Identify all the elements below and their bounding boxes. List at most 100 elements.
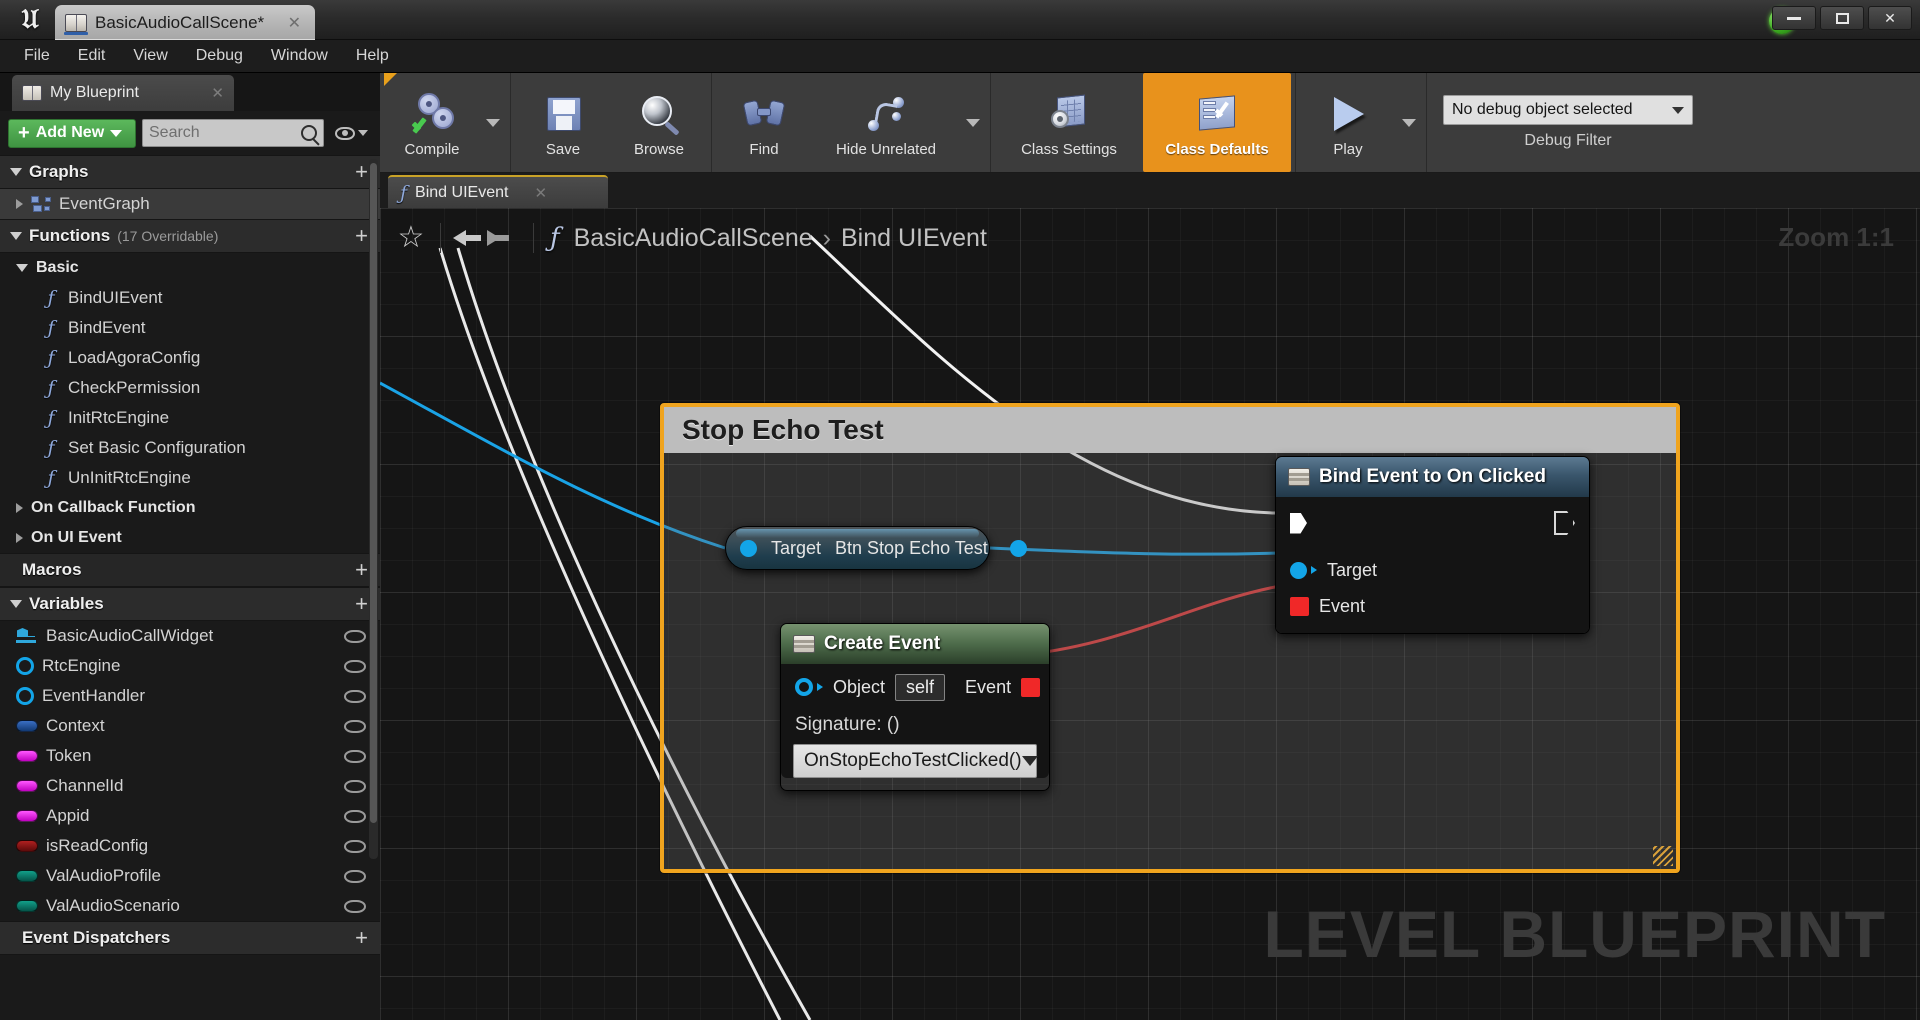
debug-object-value: No debug object selected	[1452, 101, 1633, 118]
breadcrumb-root[interactable]: BasicAudioCallScene	[574, 224, 813, 253]
eye-icon[interactable]	[344, 719, 366, 733]
object-value-field[interactable]: self	[895, 673, 946, 701]
resize-handle[interactable]	[1653, 846, 1673, 866]
tree-item-variable[interactable]: ValAudioProfile	[0, 861, 380, 891]
add-event-dispatcher-button[interactable]: +	[355, 927, 368, 949]
tree-item-variable[interactable]: ValAudioScenario	[0, 891, 380, 921]
eye-icon[interactable]	[344, 659, 366, 673]
forward-arrow-icon[interactable]	[487, 224, 521, 252]
debug-object-select[interactable]: No debug object selected	[1443, 95, 1693, 125]
section-event-dispatchers[interactable]: Event Dispatchers +	[0, 921, 380, 955]
eye-icon[interactable]	[344, 869, 366, 883]
graph-tab-bind-uievent[interactable]: ƒ Bind UIEvent ✕	[388, 175, 608, 208]
add-macro-button[interactable]: +	[355, 559, 368, 581]
compile-button[interactable]: Compile	[384, 73, 480, 172]
tab-my-blueprint[interactable]: My Blueprint ✕	[12, 75, 234, 111]
event-input-pin[interactable]	[1290, 596, 1309, 616]
tree-item-function[interactable]: ƒ LoadAgoraConfig	[0, 343, 380, 373]
node-btn-stop-echo-test[interactable]: Target Btn Stop Echo Test	[725, 526, 1027, 570]
add-new-button[interactable]: + Add New	[8, 118, 136, 148]
add-variable-button[interactable]: +	[355, 593, 368, 615]
eye-icon[interactable]	[344, 839, 366, 853]
pin-row-object: Object self Event	[781, 664, 1049, 710]
play-button[interactable]: Play	[1300, 73, 1396, 172]
eye-icon[interactable]	[344, 749, 366, 763]
tree-item-variable[interactable]: Appid	[0, 801, 380, 831]
tree-item-variable[interactable]: isReadConfig	[0, 831, 380, 861]
tree-category-on-ui-event[interactable]: On UI Event	[0, 523, 380, 553]
maximize-button[interactable]	[1820, 6, 1864, 30]
chevron-down-icon	[10, 168, 22, 176]
comment-node-header[interactable]: Stop Echo Test	[664, 407, 1676, 453]
tree-item-variable[interactable]: Context	[0, 711, 380, 741]
section-macros[interactable]: Macros +	[0, 553, 380, 587]
close-button[interactable]: ✕	[1868, 6, 1912, 30]
object-input-pin[interactable]	[795, 678, 813, 696]
section-variables[interactable]: Variables +	[0, 587, 380, 621]
menu-item-help[interactable]: Help	[342, 43, 403, 69]
target-input-pin[interactable]	[1290, 561, 1307, 579]
section-graphs[interactable]: Graphs +	[0, 155, 380, 189]
menu-item-window[interactable]: Window	[257, 43, 342, 69]
tree-item-function[interactable]: ƒ BindUIEvent	[0, 283, 380, 313]
class-settings-button[interactable]: Class Settings	[995, 73, 1143, 172]
enum-pill-icon	[16, 870, 38, 882]
exec-input-pin[interactable]	[1290, 512, 1307, 534]
section-functions[interactable]: Functions (17 Overridable) +	[0, 219, 380, 253]
tree-item-function[interactable]: ƒ BindEvent	[0, 313, 380, 343]
tree-item-function[interactable]: ƒ UnInitRtcEngine	[0, 463, 380, 493]
favorite-star-icon[interactable]: ☆	[394, 222, 428, 254]
menu-item-edit[interactable]: Edit	[64, 43, 120, 69]
eye-icon[interactable]	[344, 899, 366, 913]
eye-icon[interactable]	[344, 779, 366, 793]
node-bind-event-to-on-clicked[interactable]: Bind Event to On Clicked Target Event	[1275, 456, 1590, 634]
tree-category-label: Basic	[36, 259, 79, 276]
close-icon[interactable]: ✕	[534, 184, 547, 202]
tree-item-variable[interactable]: BasicAudioCallWidget	[0, 621, 380, 651]
tree-item-variable[interactable]: Token	[0, 741, 380, 771]
eye-icon[interactable]	[344, 629, 366, 643]
nodes-icon	[860, 91, 912, 139]
compile-options-dropdown[interactable]	[480, 73, 506, 172]
target-input-pin[interactable]	[740, 539, 757, 557]
tree-item-variable[interactable]: EventHandler	[0, 681, 380, 711]
value-output-pin[interactable]	[1009, 539, 1027, 557]
hide-unrelated-dropdown[interactable]	[960, 73, 986, 172]
eye-icon[interactable]	[344, 689, 366, 703]
section-functions-count: (17 Overridable)	[117, 228, 219, 244]
close-icon[interactable]: ✕	[211, 84, 224, 102]
tree-item-function[interactable]: ƒ InitRtcEngine	[0, 403, 380, 433]
tree-item-variable[interactable]: ChannelId	[0, 771, 380, 801]
tree-category-on-callback-function[interactable]: On Callback Function	[0, 493, 380, 523]
back-arrow-icon[interactable]	[453, 224, 487, 252]
find-button[interactable]: Find	[716, 73, 812, 172]
tree-category-basic[interactable]: Basic	[0, 253, 380, 283]
minimize-button[interactable]	[1772, 6, 1816, 30]
tree-item-eventgraph[interactable]: EventGraph	[0, 189, 380, 219]
exec-output-pin[interactable]	[1554, 511, 1575, 535]
tree-item-function[interactable]: ƒ CheckPermission	[0, 373, 380, 403]
event-output-pin[interactable]	[1021, 677, 1041, 697]
tree-item-variable[interactable]: RtcEngine	[0, 651, 380, 681]
play-options-dropdown[interactable]	[1396, 73, 1422, 172]
search-input[interactable]: Search	[142, 119, 324, 147]
document-tab-close-icon[interactable]: ✕	[284, 13, 305, 33]
tree-item-function[interactable]: ƒ Set Basic Configuration	[0, 433, 380, 463]
graph-canvas[interactable]: ☆ ƒ BasicAudioCallScene › Bind UIEvent Z…	[380, 208, 1920, 1020]
breadcrumb-current[interactable]: Bind UIEvent	[841, 224, 987, 253]
my-blueprint-scrollbar[interactable]	[369, 159, 378, 859]
class-defaults-button[interactable]: Class Defaults	[1143, 73, 1291, 172]
visibility-filter-button[interactable]	[330, 119, 372, 147]
function-select-dropdown[interactable]: OnStopEchoTestClicked()	[793, 744, 1038, 778]
menu-item-file[interactable]: File	[10, 43, 64, 69]
document-tab-basicaudiocallscene[interactable]: BasicAudioCallScene* ✕	[55, 5, 315, 40]
save-button[interactable]: Save	[515, 73, 611, 172]
node-create-event[interactable]: Create Event Object self Event Signature…	[780, 623, 1050, 791]
add-graph-button[interactable]: +	[355, 161, 368, 183]
eye-icon[interactable]	[344, 809, 366, 823]
hide-unrelated-button[interactable]: Hide Unrelated	[812, 73, 960, 172]
menu-item-view[interactable]: View	[119, 43, 181, 69]
add-function-button[interactable]: +	[355, 225, 368, 247]
menu-item-debug[interactable]: Debug	[182, 43, 257, 69]
browse-button[interactable]: Browse	[611, 73, 707, 172]
